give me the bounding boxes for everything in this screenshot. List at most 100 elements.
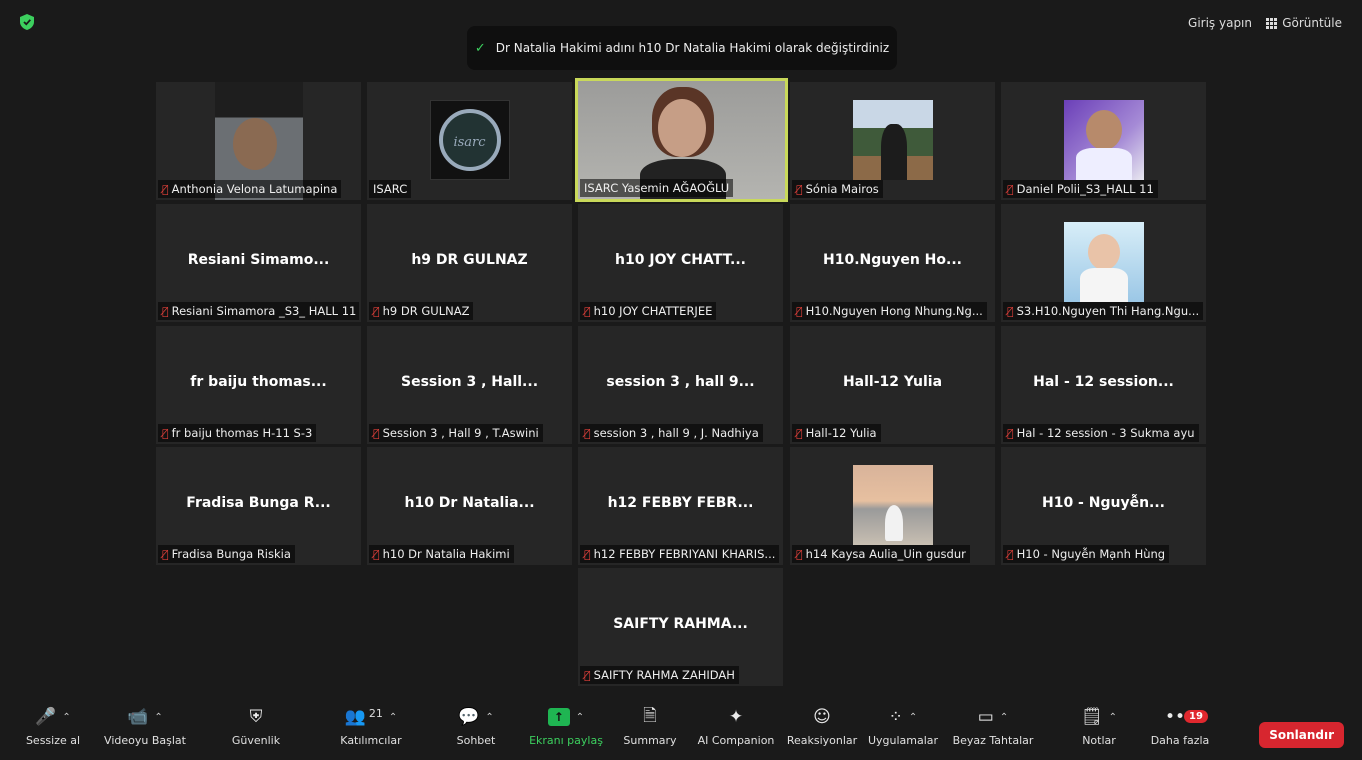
whiteboards-button[interactable]: ▭ ⌃ Beyaz Tahtalar — [952, 700, 1034, 760]
ai-companion-button[interactable]: ✦ AI Companion — [694, 700, 778, 760]
mic-muted-icon: 🎙̸ — [584, 426, 591, 440]
start-video-button[interactable]: 📹 ⌃ Videoyu Başlat — [102, 700, 188, 760]
participant-name-label: ISARC — [369, 180, 412, 198]
participants-button[interactable]: 👥 21 ⌃ Katılımcılar — [326, 700, 416, 760]
participant-name-label: 🎙̸ Sónia Mairos — [792, 180, 883, 198]
participant-display-name: h9 DR GULNAZ — [411, 252, 528, 268]
participant-tile[interactable]: 🎙̸ S3.H10.Nguyen Thi Hang.Ngu... — [1001, 204, 1206, 322]
participant-display-name: Fradisa Bunga R... — [186, 495, 331, 511]
chevron-up-icon[interactable]: ⌃ — [909, 712, 917, 723]
participant-display-name: Resiani Simamo... — [187, 252, 330, 268]
participant-tile[interactable]: h10 Dr Natalia... 🎙̸ h10 Dr Natalia Hakim… — [367, 447, 572, 565]
participant-name-label: 🎙̸ Daniel Polii_S3_HALL 11 — [1003, 180, 1158, 198]
notification-badge: 19 — [1184, 710, 1208, 723]
participant-display-name: SAIFTY RAHMA... — [613, 616, 748, 632]
summary-doc-icon: 🗎 — [643, 705, 657, 726]
share-screen-icon: ↑ — [547, 708, 570, 726]
participant-tile[interactable]: Hal - 12 session... 🎙̸ Hal - 12 session -… — [1001, 326, 1206, 444]
participant-name-label: 🎙̸ H10 - Nguyễn Mạnh Hùng — [1003, 545, 1170, 563]
sparkle-icon: ✦ — [728, 707, 744, 727]
participant-name-label: 🎙̸ h10 Dr Natalia Hakimi — [369, 545, 514, 563]
participant-tile[interactable]: 🎙̸ Daniel Polii_S3_HALL 11 — [1001, 82, 1206, 200]
participant-display-name: h10 JOY CHATT... — [615, 252, 746, 268]
participant-name-label: 🎙̸ h9 DR GULNAZ — [369, 302, 474, 320]
video-off-icon: 📹 — [127, 707, 149, 727]
emoji-plus-icon: ☺ — [813, 707, 831, 727]
mute-button[interactable]: 🎤 ⌃ Sessize al — [22, 700, 84, 760]
participant-tile[interactable]: 🎙̸ Sónia Mairos — [790, 82, 995, 200]
participant-tile[interactable]: SAIFTY RAHMA... 🎙̸ SAIFTY RAHMA ZAHIDAH — [578, 568, 783, 686]
participant-display-name: Hall-12 Yulia — [842, 374, 943, 390]
participant-name-label: 🎙̸ SAIFTY RAHMA ZAHIDAH — [580, 666, 739, 684]
chevron-up-icon[interactable]: ⌃ — [154, 712, 162, 723]
share-screen-button[interactable]: ↑ ⌃ Ekranı paylaş — [526, 700, 606, 760]
participant-name-label: ISARC Yasemin AĞAOĞLU — [580, 179, 734, 197]
participant-name-label: 🎙̸ Hal - 12 session - 3 Sukma ayu — [1003, 424, 1199, 442]
participant-tile[interactable]: Hall-12 Yulia 🎙̸ Hall-12 Yulia — [790, 326, 995, 444]
chevron-up-icon[interactable]: ⌃ — [1000, 712, 1008, 723]
participant-tile[interactable]: session 3 , hall 9... 🎙̸ session 3 , hall… — [578, 326, 783, 444]
mic-muted-icon: 🎙̸ — [796, 426, 803, 440]
participant-tile[interactable]: 🎙̸ Anthonia Velona Latumapina — [156, 82, 361, 200]
view-label: Görüntüle — [1282, 16, 1342, 30]
security-button[interactable]: ⛨ Güvenlik — [225, 700, 287, 760]
participant-display-name: H10 - Nguyễn... — [1041, 495, 1165, 511]
reactions-button[interactable]: ☺ Reaksiyonlar — [786, 700, 858, 760]
participant-display-name: h12 FEBBY FEBR... — [607, 495, 754, 511]
participant-display-name: fr baiju thomas... — [190, 374, 327, 390]
participant-tile[interactable]: 🎙̸ h14 Kaysa Aulia_Uin gusdur — [790, 447, 995, 565]
participant-tile[interactable]: fr baiju thomas... 🎙̸ fr baiju thomas H-1… — [156, 326, 361, 444]
notes-button[interactable]: 🗒 ⌃ Notlar — [1066, 700, 1132, 760]
mic-muted-icon: 🎙̸ — [373, 304, 380, 318]
participant-tile[interactable]: h9 DR GULNAZ 🎙̸ h9 DR GULNAZ — [367, 204, 572, 322]
shield-check-icon[interactable] — [20, 14, 34, 30]
mic-muted-icon: 🎙̸ — [1007, 304, 1014, 318]
chevron-up-icon[interactable]: ⌃ — [62, 712, 70, 723]
participant-tile[interactable]: isarc ISARC — [367, 82, 572, 200]
view-button[interactable]: Görüntüle — [1266, 16, 1342, 30]
security-shield-icon: ⛨ — [249, 707, 263, 727]
participant-display-name: Hal - 12 session... — [1033, 374, 1174, 390]
mic-muted-icon: 🎙̸ — [796, 182, 803, 196]
participant-tile[interactable]: H10.Nguyen Ho... 🎙̸ H10.Nguyen Hong Nhung… — [790, 204, 995, 322]
mic-muted-icon: 🎙̸ — [584, 668, 591, 682]
end-meeting-button[interactable]: Sonlandır — [1259, 722, 1344, 748]
participant-tile[interactable]: Session 3 , Hall... 🎙̸ Session 3 , Hall 9… — [367, 326, 572, 444]
summary-button[interactable]: 🗎 Summary — [620, 700, 680, 760]
participant-photo — [1063, 222, 1144, 302]
microphone-icon: 🎤 — [35, 707, 57, 727]
active-speaker-tile[interactable]: ISARC Yasemin AĞAOĞLU — [575, 78, 788, 202]
chevron-up-icon[interactable]: ⌃ — [389, 712, 397, 723]
mic-muted-icon: 🎙̸ — [373, 547, 380, 561]
participant-display-name: session 3 , hall 9... — [606, 374, 755, 390]
participant-display-name: h10 Dr Natalia... — [404, 495, 535, 511]
participant-name-label: 🎙̸ h10 JOY CHATTERJEE — [580, 302, 717, 320]
participant-name-label: 🎙̸ S3.H10.Nguyen Thi Hang.Ngu... — [1003, 302, 1204, 320]
participant-name-label: 🎙̸ fr baiju thomas H-11 S-3 — [158, 424, 317, 442]
rename-notification: ✓ Dr Natalia Hakimi adını h10 Dr Natalia… — [467, 26, 897, 70]
participant-photo — [852, 465, 933, 545]
participant-tile[interactable]: Fradisa Bunga R... 🎙̸ Fradisa Bunga Riski… — [156, 447, 361, 565]
notification-text: Dr Natalia Hakimi adını h10 Dr Natalia H… — [495, 41, 890, 55]
sign-in-link[interactable]: Giriş yapın — [1188, 16, 1252, 30]
chevron-up-icon[interactable]: ⌃ — [576, 712, 584, 723]
participant-name-label: 🎙̸ session 3 , hall 9 , J. Nadhiya — [580, 424, 763, 442]
participant-tile[interactable]: Resiani Simamo... 🎙̸ Resiani Simamora _S3… — [156, 204, 361, 322]
apps-button[interactable]: ⁘ ⌃ Uygulamalar — [866, 700, 940, 760]
participant-tile[interactable]: h10 JOY CHATT... 🎙̸ h10 JOY CHATTERJEE — [578, 204, 783, 322]
participant-photo — [852, 100, 933, 180]
apps-icon: ⁘ — [888, 707, 903, 727]
chevron-up-icon[interactable]: ⌃ — [485, 712, 493, 723]
isarc-logo: isarc — [429, 100, 510, 180]
participant-name-label: 🎙̸ Session 3 , Hall 9 , T.Aswini — [369, 424, 543, 442]
participant-display-name: Session 3 , Hall... — [400, 374, 539, 390]
participant-tile[interactable]: H10 - Nguyễn... 🎙̸ H10 - Nguyễn Mạnh Hùng — [1001, 447, 1206, 565]
more-button[interactable]: ••• 19 Daha fazla — [1148, 700, 1212, 760]
meeting-toolbar: 🎤 ⌃ Sessize al 📹 ⌃ Videoyu Başlat ⛨ Güvenl… — [0, 700, 1362, 760]
mic-muted-icon: 🎙̸ — [796, 304, 803, 318]
chat-button[interactable]: 💬 ⌃ Sohbet — [446, 700, 506, 760]
chevron-up-icon[interactable]: ⌃ — [1109, 712, 1117, 723]
participant-name-label: 🎙̸ h14 Kaysa Aulia_Uin gusdur — [792, 545, 970, 563]
participant-photo — [1063, 100, 1144, 180]
participant-tile[interactable]: h12 FEBBY FEBR... 🎙̸ h12 FEBBY FEBRIYANI … — [578, 447, 783, 565]
